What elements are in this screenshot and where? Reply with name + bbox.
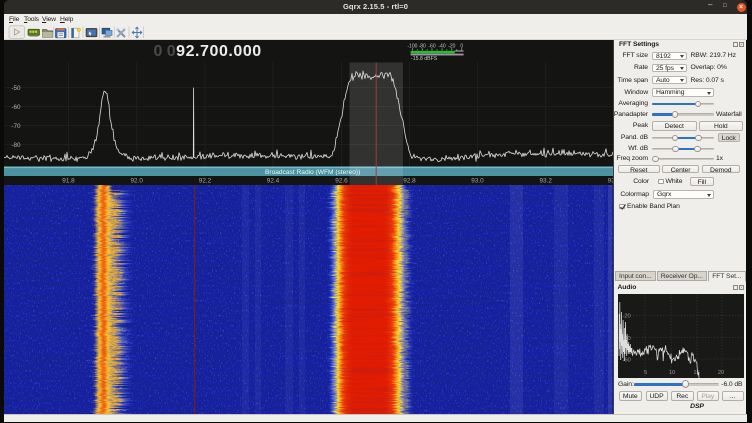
svg-text:-70: -70 <box>11 123 21 130</box>
svg-text:93.2: 93.2 <box>539 178 552 185</box>
svg-text:92.0: 92.0 <box>130 178 143 185</box>
svg-text:5: 5 <box>643 370 646 376</box>
svg-text:-80: -80 <box>11 142 21 149</box>
svg-text:-60: -60 <box>622 357 630 363</box>
svg-text:93.0: 93.0 <box>471 178 484 185</box>
svg-text:-60: -60 <box>11 104 21 111</box>
svg-text:-20: -20 <box>622 313 630 319</box>
svg-text:92.4: 92.4 <box>267 178 280 185</box>
svg-text:10: 10 <box>668 370 674 376</box>
svg-text:20: 20 <box>717 370 723 376</box>
svg-text:Broadcast Radio (WFM (stereo)): Broadcast Radio (WFM (stereo)) <box>265 169 360 176</box>
svg-text:92.2: 92.2 <box>199 178 212 185</box>
svg-text:-50: -50 <box>11 85 21 92</box>
svg-text:92.6: 92.6 <box>335 178 348 185</box>
svg-text:91.8: 91.8 <box>62 178 75 185</box>
svg-text:92.8: 92.8 <box>403 178 416 185</box>
